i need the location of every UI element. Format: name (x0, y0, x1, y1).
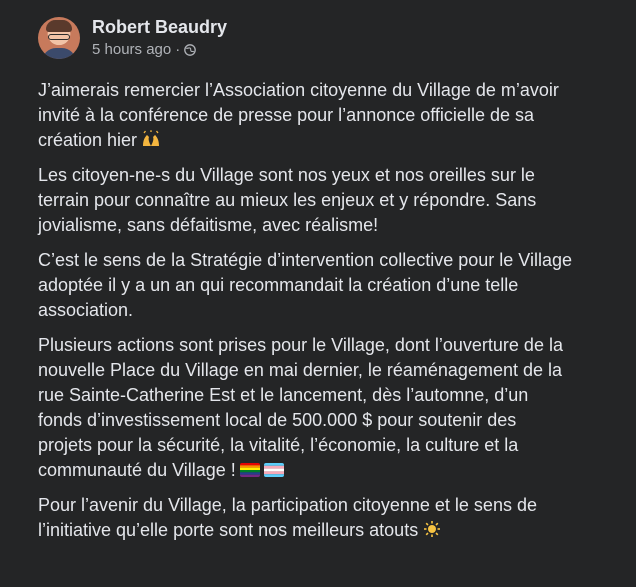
avatar[interactable] (38, 17, 80, 59)
post-paragraph: Pour l’avenir du Village, la participati… (38, 495, 537, 540)
post-timestamp[interactable]: 5 hours ago (92, 40, 171, 60)
raising-hands-emoji (143, 130, 160, 146)
transgender-flag-icon (263, 463, 284, 477)
rainbow-flag-icon (239, 463, 260, 477)
post-paragraph: Plusieurs actions sont prises pour le Vi… (38, 335, 563, 480)
post-body: J’aimerais remercier l’Association citoy… (38, 78, 636, 553)
sparkle-sun-emoji (424, 521, 441, 537)
facebook-post: Robert Beaudry 5 hours ago · J’aimerais … (0, 0, 636, 587)
author-name[interactable]: Robert Beaudry (92, 16, 227, 38)
post-header: Robert Beaudry 5 hours ago · (38, 16, 227, 60)
post-meta: Robert Beaudry 5 hours ago · (92, 16, 227, 60)
post-paragraph: C’est le sens de la Stratégie d’interven… (38, 250, 572, 320)
separator-dot: · (175, 41, 181, 58)
post-paragraph: Les citoyen-ne-s du Village sont nos yeu… (38, 165, 537, 235)
post-paragraph: J’aimerais remercier l’Association citoy… (38, 80, 559, 150)
globe-icon[interactable] (184, 44, 197, 56)
post-subline: 5 hours ago · (92, 40, 227, 60)
